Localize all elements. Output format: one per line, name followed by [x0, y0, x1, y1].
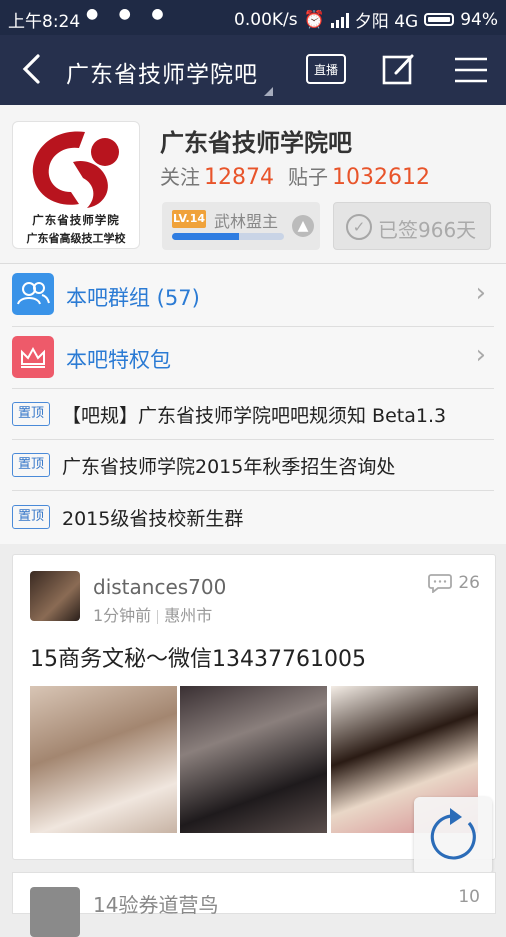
privilege-row[interactable]: 本吧特权包 ›: [12, 326, 494, 389]
pinned-title: 广东省技师学院2015年秋季招生咨询处: [62, 456, 396, 478]
back-arrow-icon[interactable]: [20, 53, 42, 89]
post-time: 1分钟前: [93, 606, 152, 625]
school-logo-icon: [32, 131, 119, 208]
dropdown-corner-icon: [264, 87, 273, 96]
post-card[interactable]: 14验券道营鸟 10: [12, 872, 496, 937]
privilege-label: 本吧特权包: [66, 348, 171, 372]
level-badge: LV.14: [172, 210, 206, 228]
status-bar: 上午8:24 ● ● ● 0.00K/s ⏰ 夕阳 4G 94%: [0, 0, 506, 35]
alarm-icon: ⏰: [303, 9, 325, 30]
level-title: 武林盟主: [214, 212, 279, 231]
network-speed: 0.00K/s: [234, 9, 298, 30]
sign-in-button[interactable]: ✓ 已签966天: [333, 202, 491, 250]
pinned-item[interactable]: 置顶 【吧规】广东省技师学院吧吧规须知 Beta1.3: [12, 388, 494, 440]
top-nav-bar: 广东省技师学院吧 直播: [0, 35, 506, 105]
post-photo[interactable]: [180, 686, 327, 833]
forum-links-section: 本吧群组 (57) › 本吧特权包 › 置顶 【吧规】广东省技师学院吧吧规须知 …: [0, 264, 506, 544]
carrier-label: 夕阳 4G: [354, 12, 419, 32]
post-location: 惠州市: [164, 606, 213, 625]
posts-label: 贴子: [288, 165, 328, 189]
posts-count: 1032612: [332, 165, 430, 190]
follow-count: 12874: [204, 165, 274, 190]
forum-logo[interactable]: 广东省技师学院 广东省高级技工学校: [12, 121, 140, 249]
post-title[interactable]: 15商务文秘～微信13437761005: [30, 641, 366, 673]
group-label: 本吧群组 (57): [66, 286, 200, 310]
signal-icon: [330, 12, 349, 28]
logo-caption-sub: 广东省高级技工学校: [26, 232, 126, 245]
check-icon: ✓: [346, 214, 372, 240]
follow-label: 关注: [160, 165, 200, 189]
menu-icon[interactable]: [454, 57, 488, 87]
status-time: 上午8:24: [8, 12, 81, 32]
pinned-title: 【吧规】广东省技师学院吧吧规须知 Beta1.3: [62, 405, 447, 427]
pinned-item[interactable]: 置顶 广东省技师学院2015年秋季招生咨询处: [12, 439, 494, 491]
chevron-right-icon: ›: [475, 278, 486, 308]
post-author[interactable]: 14验券道营鸟: [93, 889, 218, 918]
avatar[interactable]: [30, 887, 80, 937]
group-row[interactable]: 本吧群组 (57) ›: [12, 264, 494, 327]
battery-icon: [424, 13, 455, 26]
nav-title[interactable]: 广东省技师学院吧: [66, 55, 258, 89]
notification-icons: ● ● ●: [86, 6, 172, 22]
forum-stats: 关注 12874 贴子 1032612: [160, 161, 444, 190]
pinned-tag: 置顶: [12, 505, 50, 529]
group-icon: [12, 273, 54, 315]
level-up-icon: ▲: [292, 215, 314, 237]
post-author[interactable]: distances700: [93, 575, 226, 599]
compose-icon[interactable]: [382, 53, 416, 89]
avatar[interactable]: [30, 571, 80, 621]
member-level-box[interactable]: LV.14 武林盟主 ▲: [162, 202, 320, 250]
chevron-right-icon: ›: [475, 340, 486, 370]
pinned-tag: 置顶: [12, 453, 50, 477]
level-progress-bar: [172, 233, 284, 240]
comment-count-value: 26: [458, 573, 480, 593]
refresh-button[interactable]: [414, 797, 492, 875]
status-right: 0.00K/s ⏰ 夕阳 4G 94%: [234, 7, 498, 33]
comment-count: 26: [428, 573, 480, 593]
comment-count-value: 10: [458, 887, 480, 907]
refresh-icon: [430, 808, 476, 860]
battery-percent: 94%: [460, 9, 498, 30]
forum-header: 广东省技师学院 广东省高级技工学校 广东省技师学院吧 关注 12874 贴子 1032…: [0, 105, 506, 264]
pinned-title: 2015级省技校新生群: [62, 508, 244, 530]
signed-days: 已签966天: [378, 218, 477, 242]
comment-bubble-icon: [428, 574, 453, 593]
logo-caption: 广东省技师学院: [32, 213, 120, 227]
level-progress-fill: [172, 233, 240, 240]
pinned-tag: 置顶: [12, 402, 50, 426]
crown-icon: [12, 336, 54, 378]
forum-name: 广东省技师学院吧: [160, 129, 352, 157]
post-meta: 1分钟前 惠州市: [93, 602, 212, 626]
pinned-item[interactable]: 置顶 2015级省技校新生群: [12, 490, 494, 542]
live-button[interactable]: 直播: [306, 54, 346, 84]
post-photo[interactable]: [30, 686, 177, 833]
